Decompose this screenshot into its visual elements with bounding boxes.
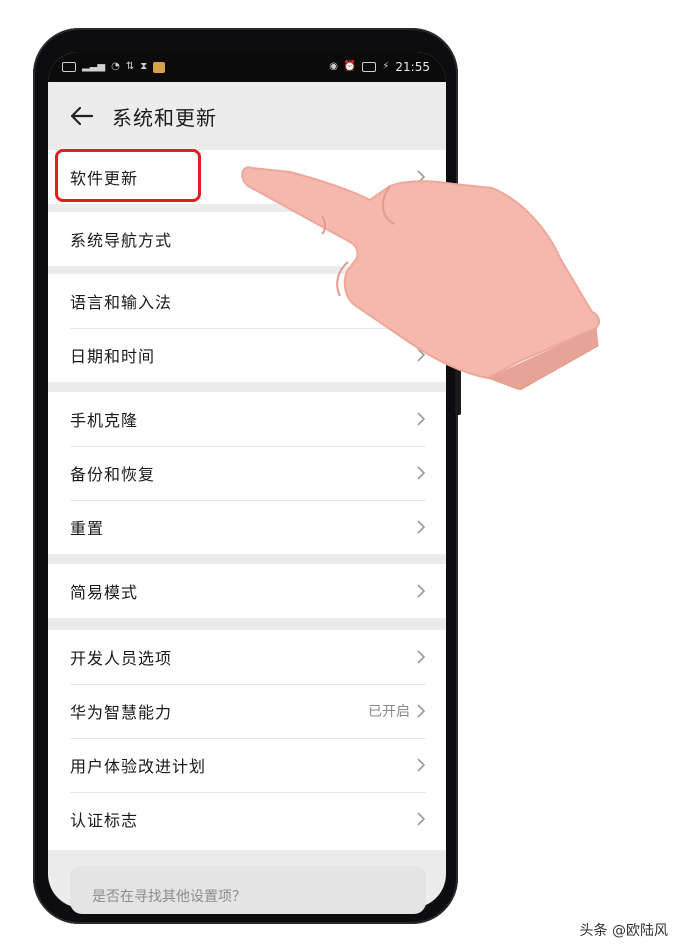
settings-item-reset[interactable]: 重置 bbox=[48, 500, 446, 554]
settings-item-label: 开发人员选项 bbox=[70, 649, 173, 668]
eye-comfort-icon: ◉ bbox=[329, 61, 338, 72]
back-arrow-icon[interactable] bbox=[70, 104, 94, 128]
settings-item-label: 重置 bbox=[70, 519, 105, 538]
wifi-icon: ◔ bbox=[111, 61, 120, 72]
chevron-right-icon bbox=[416, 583, 426, 599]
chevron-right-icon bbox=[416, 757, 426, 773]
settings-group-advanced: 开发人员选项 华为智慧能力 已开启 用户体验改进计划 认证标志 bbox=[48, 630, 446, 850]
chevron-right-icon bbox=[416, 465, 426, 481]
page-header: 系统和更新 bbox=[48, 82, 446, 150]
search-suggestion-card[interactable]: 是否在寻找其他设置项？ bbox=[70, 866, 426, 914]
charging-icon: ⚡ bbox=[382, 61, 390, 72]
chevron-right-icon bbox=[416, 519, 426, 535]
settings-item-label: 华为智慧能力 bbox=[70, 703, 173, 722]
settings-item-status: 已开启 bbox=[368, 704, 410, 720]
signal-icon: ▂▃▅ bbox=[82, 61, 106, 72]
settings-item-simple-mode[interactable]: 简易模式 bbox=[48, 564, 446, 618]
settings-item-label: 备份和恢复 bbox=[70, 465, 156, 484]
chevron-right-icon bbox=[416, 411, 426, 427]
chevron-right-icon bbox=[416, 649, 426, 665]
battery-icon bbox=[362, 62, 377, 72]
settings-item-certification[interactable]: 认证标志 bbox=[48, 792, 446, 846]
settings-group-simple-mode: 简易模式 bbox=[48, 564, 446, 618]
settings-item-label: 手机克隆 bbox=[70, 411, 139, 430]
settings-group-backup: 手机克隆 备份和恢复 重置 bbox=[48, 392, 446, 554]
chevron-right-icon bbox=[416, 811, 426, 827]
watermark: 头条 @欧陆风 bbox=[579, 923, 668, 939]
app-notification-icon bbox=[153, 61, 166, 73]
settings-item-backup-restore[interactable]: 备份和恢复 bbox=[48, 446, 446, 500]
status-bar: ▂▃▅ ◔ ⇅ ⧗ ◉ ⏰ ⚡ 21:55 bbox=[48, 52, 446, 82]
pointing-hand-icon bbox=[241, 166, 600, 390]
settings-item-label: 认证标志 bbox=[70, 811, 139, 830]
settings-item-developer-options[interactable]: 开发人员选项 bbox=[48, 630, 446, 684]
clock: 21:55 bbox=[395, 60, 430, 74]
highlight-annotation bbox=[55, 149, 201, 202]
alarm-icon: ⏰ bbox=[343, 61, 357, 72]
settings-item-user-experience[interactable]: 用户体验改进计划 bbox=[48, 738, 446, 792]
data-speed-icon: ⇅ bbox=[125, 61, 135, 72]
settings-item-huawei-smart[interactable]: 华为智慧能力 已开启 bbox=[48, 684, 446, 738]
settings-item-phone-clone[interactable]: 手机克隆 bbox=[48, 392, 446, 446]
hourglass-icon: ⧗ bbox=[140, 61, 148, 72]
notification-icon bbox=[62, 62, 76, 72]
chevron-right-icon bbox=[416, 703, 426, 719]
settings-item-label: 简易模式 bbox=[70, 583, 139, 602]
settings-item-label: 用户体验改进计划 bbox=[70, 757, 207, 776]
page-title: 系统和更新 bbox=[112, 105, 217, 130]
